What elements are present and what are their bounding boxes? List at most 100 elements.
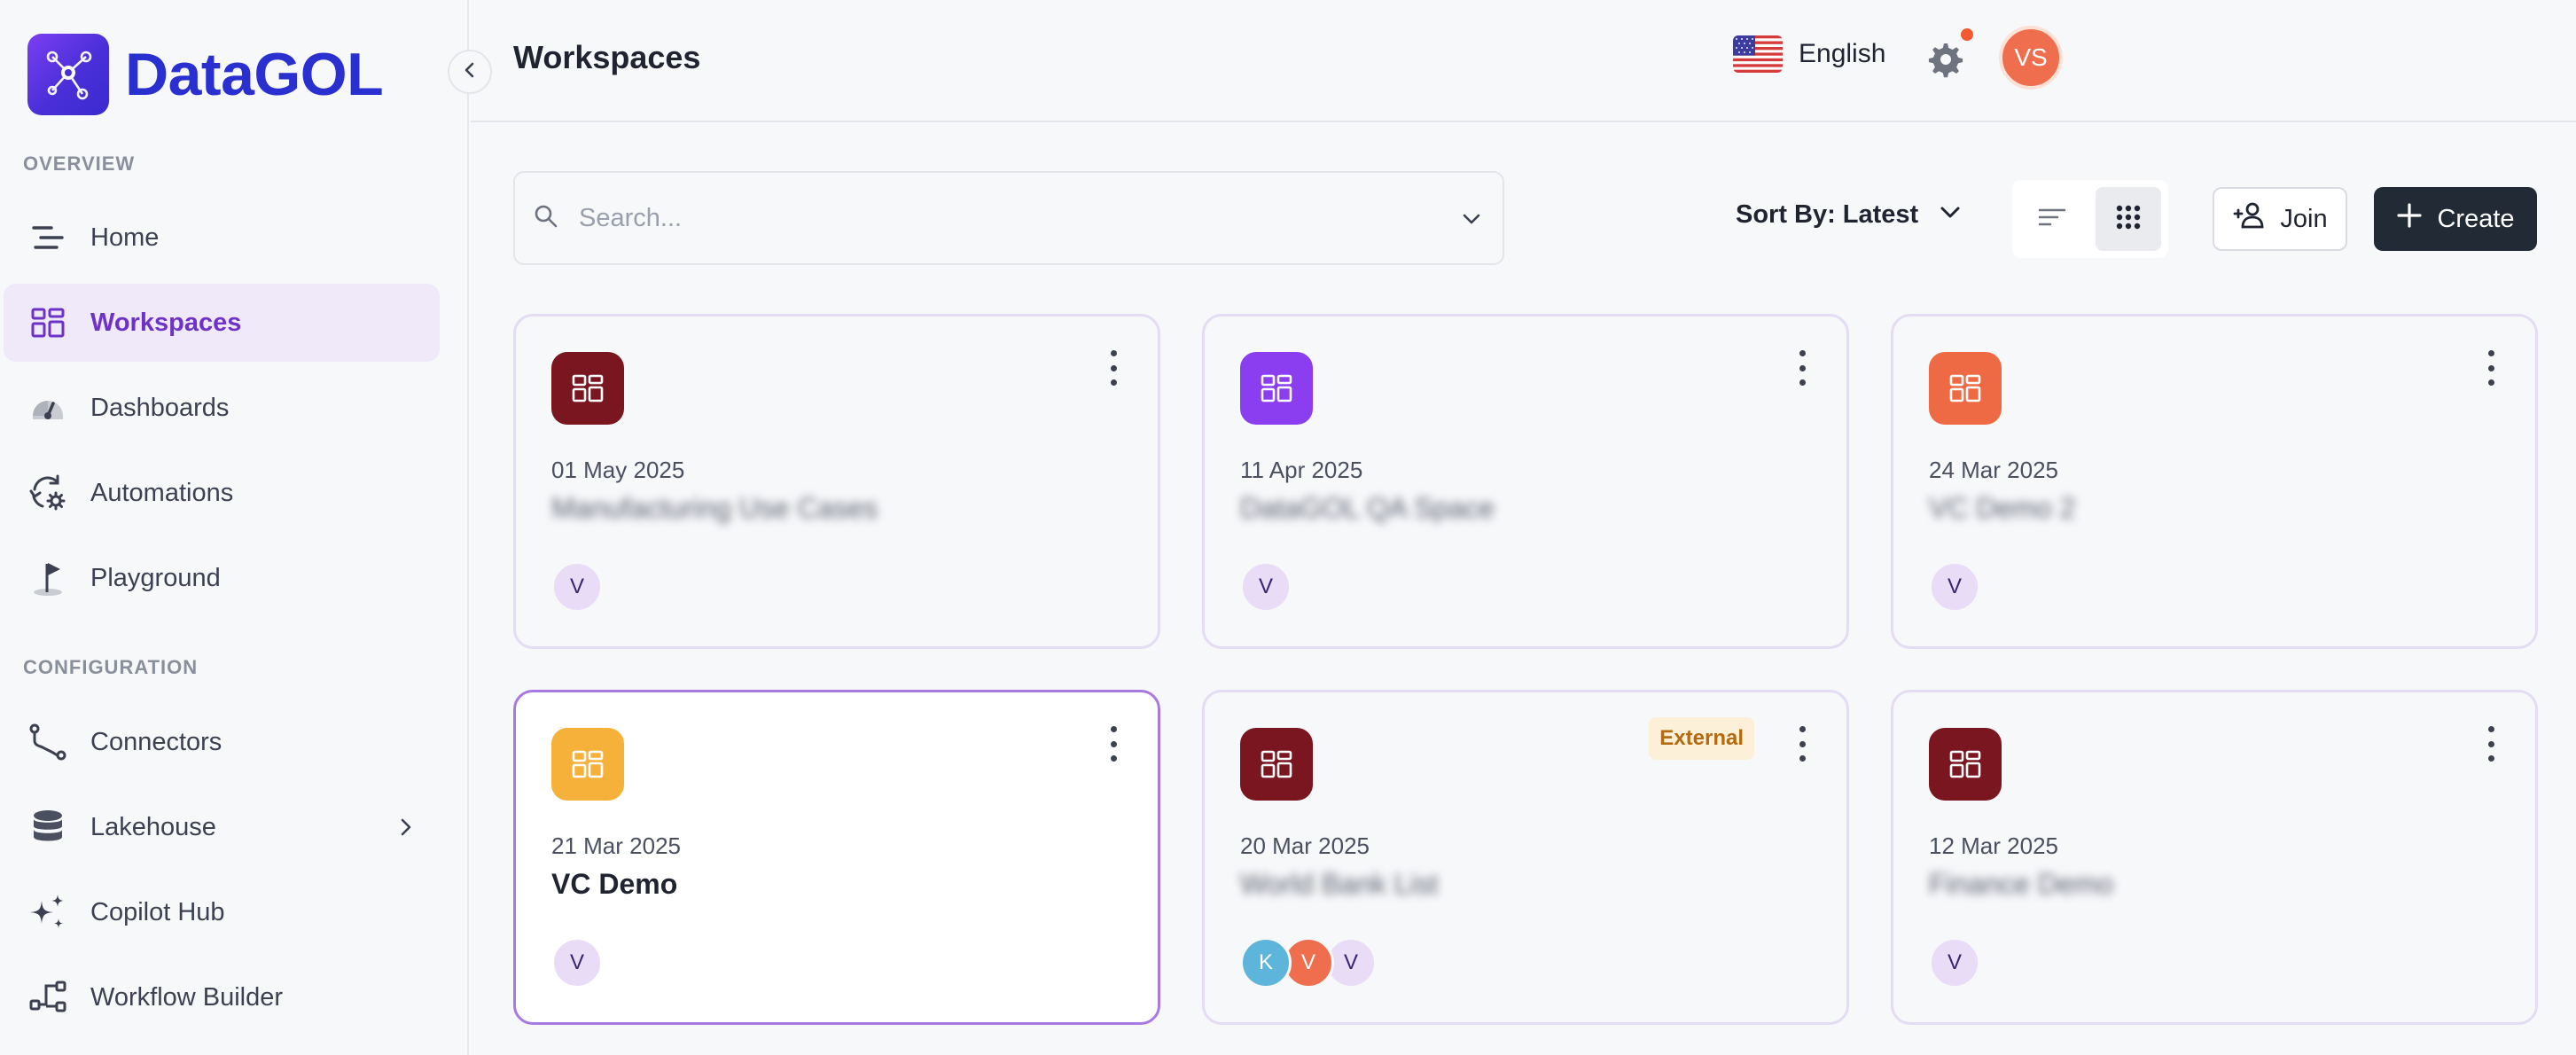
flag-icon: [27, 557, 69, 599]
grid-view-button[interactable]: [2096, 187, 2161, 251]
more-vertical-icon[interactable]: [1793, 726, 1811, 762]
gear-icon: [1924, 43, 1967, 83]
member-avatar[interactable]: V: [551, 937, 603, 989]
sidebar-item-connectors[interactable]: Connectors: [4, 703, 440, 781]
top-bar: Workspaces: [471, 0, 2576, 122]
external-badge: External: [1649, 717, 1754, 760]
user-avatar[interactable]: VS: [1999, 26, 2063, 90]
member-avatar[interactable]: V: [1240, 561, 1292, 613]
workspace-card[interactable]: 11 Apr 2025 DataGOL QA Space V: [1202, 314, 1849, 649]
workspace-card[interactable]: 01 May 2025 Manufacturing Use Cases V: [513, 314, 1160, 649]
sidebar-item-label: Workspaces: [90, 308, 242, 337]
member-avatar[interactable]: V: [551, 561, 603, 613]
more-vertical-icon[interactable]: [2482, 350, 2500, 386]
sidebar-item-automations[interactable]: Automations: [4, 454, 440, 532]
add-user-icon: [2232, 200, 2268, 238]
member-avatar[interactable]: V: [1929, 561, 1980, 613]
sidebar-item-playground[interactable]: Playground: [4, 539, 440, 617]
member-avatar[interactable]: V: [1929, 937, 1980, 989]
workspace-grid-icon: [551, 728, 624, 801]
sidebar-item-label: Lakehouse: [90, 812, 216, 841]
notification-dot: [1961, 28, 1973, 41]
more-vertical-icon[interactable]: [1105, 350, 1122, 386]
member-avatars: KVV: [1240, 937, 1377, 989]
section-label-configuration: CONFIGURATION: [23, 656, 199, 678]
sidebar-item-label: Home: [90, 223, 160, 252]
section-label-overview: OVERVIEW: [23, 152, 136, 175]
member-avatar[interactable]: K: [1240, 937, 1292, 989]
workspace-date: 01 May 2025: [551, 457, 685, 483]
workspace-title[interactable]: VC Demo: [551, 868, 677, 901]
sort-dropdown[interactable]: Sort By: Latest: [1736, 200, 1963, 230]
connector-icon: [27, 721, 69, 763]
workspace-date: 11 Apr 2025: [1240, 457, 1363, 483]
chevron-right-icon[interactable]: [395, 815, 417, 844]
workspace-date: 21 Mar 2025: [551, 832, 681, 859]
search-box[interactable]: [513, 171, 1504, 265]
sparkle-icon: [27, 891, 69, 934]
workspace-card[interactable]: 24 Mar 2025 VC Demo 2 V: [1891, 314, 2538, 649]
workspace-date: 20 Mar 2025: [1240, 832, 1370, 859]
view-toggle: [2012, 180, 2168, 258]
list-view-icon: [2037, 204, 2067, 235]
sort-label: Sort By:: [1736, 200, 1836, 229]
sort-value: Latest: [1842, 200, 1919, 229]
sidebar-item-label: Automations: [90, 478, 234, 507]
workspace-title[interactable]: World Bank List: [1240, 868, 1439, 901]
workspace-title[interactable]: Manufacturing Use Cases: [551, 492, 878, 525]
brand-name: DataGOL: [125, 41, 384, 108]
member-avatars: V: [551, 937, 603, 989]
settings-button[interactable]: [1924, 37, 1967, 80]
workspace-grid-icon: [1929, 352, 2002, 425]
member-avatars: V: [1240, 561, 1292, 613]
sidebar-item-copilot-hub[interactable]: Copilot Hub: [4, 873, 440, 951]
list-view-button[interactable]: [2019, 187, 2085, 251]
home-lines-icon: [27, 216, 69, 259]
workspace-card[interactable]: 12 Mar 2025 Finance Demo V: [1891, 690, 2538, 1025]
search-icon: [533, 203, 559, 234]
more-vertical-icon[interactable]: [1105, 726, 1122, 762]
sidebar: DataGOL OVERVIEW Home Workspaces Dashboa…: [0, 0, 469, 1055]
language-label: English: [1799, 39, 1886, 68]
member-avatars: V: [1929, 937, 1980, 989]
workspace-title[interactable]: VC Demo 2: [1929, 492, 2075, 525]
workspace-card[interactable]: External 20 Mar 2025 World Bank List K V V: [1202, 690, 1849, 1025]
chevron-down-icon: [1938, 200, 1963, 230]
datagol-logo-icon: [27, 34, 109, 115]
workspace-grid-icon: [551, 352, 624, 425]
sidebar-item-lakehouse[interactable]: Lakehouse: [4, 788, 440, 866]
workspace-title[interactable]: Finance Demo: [1929, 868, 2113, 901]
grid-icon: [27, 301, 69, 344]
brand-logo[interactable]: DataGOL: [27, 34, 384, 115]
create-button[interactable]: Create: [2374, 187, 2537, 251]
cycle-gear-icon: [27, 472, 69, 514]
us-flag-icon: [1733, 35, 1783, 73]
workflow-icon: [27, 976, 69, 1019]
page-title: Workspaces: [513, 39, 701, 75]
member-avatars: V: [1929, 561, 1980, 613]
join-label: Join: [2280, 204, 2328, 233]
join-button[interactable]: Join: [2213, 187, 2347, 251]
sidebar-item-workflow-builder[interactable]: Workflow Builder: [4, 958, 440, 1036]
more-vertical-icon[interactable]: [2482, 726, 2500, 762]
grid-dots-icon: [2114, 203, 2143, 236]
workspace-grid-icon: [1929, 728, 2002, 801]
sidebar-item-workspaces[interactable]: Workspaces: [4, 284, 440, 362]
workspace-title[interactable]: DataGOL QA Space: [1240, 492, 1495, 525]
sidebar-item-label: Dashboards: [90, 393, 230, 422]
sidebar-item-dashboards[interactable]: Dashboards: [4, 369, 440, 447]
sidebar-item-label: Workflow Builder: [90, 982, 284, 1012]
workspace-date: 24 Mar 2025: [1929, 457, 2058, 483]
workspace-card[interactable]: 21 Mar 2025 VC Demo V: [513, 690, 1160, 1025]
sidebar-item-label: Playground: [90, 563, 221, 592]
sidebar-item-home[interactable]: Home: [4, 199, 440, 277]
workspace-grid-icon: [1240, 728, 1313, 801]
more-vertical-icon[interactable]: [1793, 350, 1811, 386]
language-selector[interactable]: English: [1733, 35, 1885, 73]
workspace-grid-icon: [1240, 352, 1313, 425]
collapse-sidebar-button[interactable]: [448, 50, 492, 94]
sidebar-item-label: Connectors: [90, 727, 222, 756]
member-avatars: V: [551, 561, 603, 613]
chevron-down-icon[interactable]: [1460, 208, 1483, 234]
search-input[interactable]: [579, 203, 1377, 233]
